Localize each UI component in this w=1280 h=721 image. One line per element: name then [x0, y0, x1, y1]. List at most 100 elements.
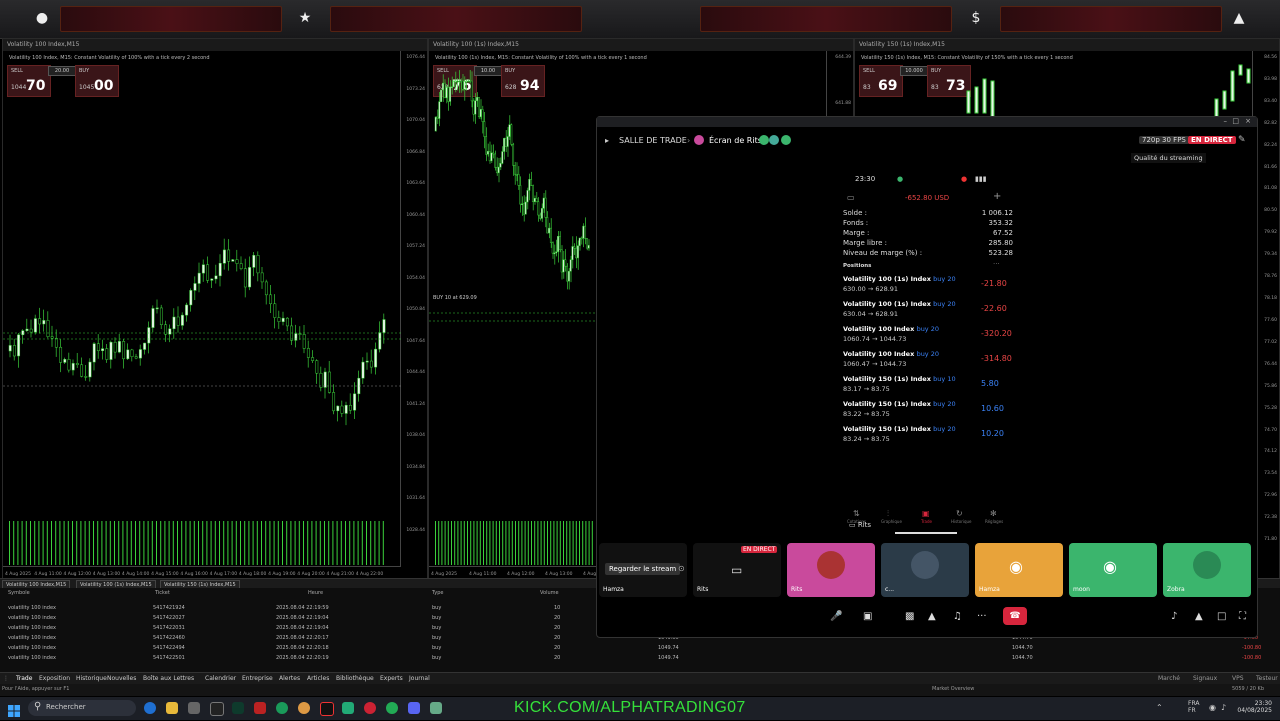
tab-signals[interactable]: Signaux [1193, 675, 1217, 682]
minimize-icon[interactable]: – [1224, 117, 1228, 125]
participant-tile-c[interactable]: c... [881, 543, 969, 597]
tab-experts[interactable]: Experts [380, 675, 403, 682]
clock[interactable]: 23:30 04/08/2025 [1236, 700, 1272, 714]
tab-trade[interactable]: Trade [16, 675, 32, 682]
opera-icon[interactable] [364, 702, 376, 714]
position-row[interactable]: Volatility 150 (1s) Index buy 20 83.22 →… [843, 400, 1013, 424]
more-options-icon[interactable]: ··· [977, 611, 987, 622]
candlestick-chart[interactable] [3, 51, 401, 567]
add-icon[interactable]: + [993, 191, 1001, 202]
col-ticket[interactable]: Ticket [155, 590, 170, 596]
chevron-up-icon[interactable]: ⌃ [1156, 703, 1163, 712]
position-row[interactable]: Volatility 100 (1s) Index buy 20 630.00 … [843, 275, 1013, 299]
volume-icon[interactable]: ♪ [1221, 703, 1226, 712]
chat-icon[interactable]: ✎ [1238, 135, 1246, 145]
volume-bar [30, 521, 31, 565]
app-icon-8[interactable] [430, 702, 442, 714]
popout-icon[interactable]: ⊙ [678, 564, 685, 573]
tab-history[interactable]: Historique [76, 675, 107, 682]
price-axis[interactable]: 1076.44 1073.24 1070.04 1066.84 1063.64 1060.… [400, 51, 427, 567]
chart-icon[interactable]: ⫶ [887, 509, 889, 519]
col-volume[interactable]: Volume [540, 590, 559, 596]
participant-tile-moon[interactable]: ◉ moon [1069, 543, 1157, 597]
watch-stream-button[interactable]: Regarder le stream [605, 563, 681, 575]
participant-tile-rits[interactable]: Rits [787, 543, 875, 597]
tab-tester[interactable]: Testeur [1256, 675, 1278, 682]
order-label[interactable]: BUY 10 at 629.09 [433, 295, 477, 301]
volume-bar [374, 521, 376, 565]
tab-market[interactable]: Marché [1158, 675, 1180, 682]
tab-exposition[interactable]: Exposition [39, 675, 70, 682]
col-type[interactable]: Type [432, 590, 443, 596]
discord-icon[interactable] [408, 702, 420, 714]
edge-icon[interactable] [144, 702, 156, 714]
tab-library[interactable]: Bibliothèque [336, 675, 374, 682]
taskbar-search[interactable]: ⚲ Rechercher [28, 700, 136, 716]
app-icon-5[interactable] [276, 702, 288, 714]
file-explorer-icon[interactable] [166, 702, 178, 714]
col-symbol[interactable]: Symbole [8, 590, 30, 596]
tab-articles[interactable]: Articles [307, 675, 329, 682]
position-row[interactable]: Volatility 150 (1s) Index buy 20 83.24 →… [843, 425, 1013, 449]
chart-title[interactable]: Volatility 150 (1s) Index,M15 [855, 39, 1279, 51]
windows-start-icon[interactable] [8, 702, 20, 717]
chart-title[interactable]: Volatility 100 Index,M15 [3, 39, 427, 51]
pin-icon[interactable]: ▲ [1195, 611, 1203, 622]
stream-title[interactable]: Écran de Rits [709, 136, 762, 145]
tab-company[interactable]: Entreprise [242, 675, 273, 682]
chart-panel-vol100[interactable]: Volatility 100 Index,M15 Volatility 100 I… [2, 38, 428, 580]
candle-body [531, 185, 534, 202]
microphone-icon[interactable]: 🎤 [830, 611, 842, 622]
participant-tile-zobra[interactable]: Zobra [1163, 543, 1251, 597]
trade-icon[interactable]: ▣ [922, 509, 930, 518]
app-icon-6[interactable] [342, 702, 354, 714]
window-titlebar[interactable]: – □ × [597, 117, 1257, 127]
quotes-icon[interactable]: ⇅ [853, 509, 860, 518]
disconnect-button[interactable]: ☎ [1003, 607, 1027, 625]
app-icon-7[interactable] [386, 702, 398, 714]
position-row[interactable]: Volatility 100 Index buy 20 1060.47 → 10… [843, 350, 1013, 374]
activities-icon[interactable]: ▲ [928, 611, 936, 622]
position-row[interactable]: Volatility 100 (1s) Index buy 20 630.04 … [843, 300, 1013, 324]
wifi-icon[interactable]: ◉ [1209, 703, 1216, 712]
popout-window-icon[interactable]: □ [1217, 611, 1226, 622]
app-icon-4[interactable] [254, 702, 266, 714]
tab-mailbox[interactable]: Boîte aux Lettres [143, 675, 194, 682]
settings-icon[interactable]: ✻ [990, 509, 997, 518]
tab-journal[interactable]: Journal [409, 675, 430, 682]
tab-news[interactable]: Nouvelles [107, 675, 136, 682]
fullscreen-icon[interactable]: ⛶ [1239, 611, 1246, 622]
stream-quality-badge[interactable]: 720p 30 FPS [1139, 136, 1189, 144]
participant-tile-rits-stream[interactable]: EN DIRECT ▭ Rits [693, 543, 781, 597]
maximize-icon[interactable]: □ [1232, 117, 1239, 125]
tiktok-icon[interactable] [320, 702, 334, 716]
participant-tile-hamza-2[interactable]: ◉ Hamza [975, 543, 1063, 597]
account-summary-row: Fonds : 353.32 [843, 219, 1013, 227]
wallet-icon[interactable]: ▭ [847, 193, 855, 202]
soundboard-icon[interactable]: ♫ [953, 611, 962, 622]
close-icon[interactable]: × [1245, 117, 1251, 125]
voice-channel-name[interactable]: SALLE DE TRADE [619, 136, 687, 145]
position-row[interactable]: Volatility 100 Index buy 20 1060.74 → 10… [843, 325, 1013, 349]
tab-vps[interactable]: VPS [1232, 675, 1244, 682]
app-icon-3[interactable] [232, 702, 244, 714]
app-icon-2[interactable] [210, 702, 224, 716]
table-row[interactable]: volatility 100 index 5417422494 2025.08.04… [0, 644, 1280, 654]
app-icon-1[interactable] [188, 702, 200, 714]
more-icon[interactable]: ··· [993, 260, 1000, 268]
candle-body [492, 152, 495, 155]
tab-calendar[interactable]: Calendrier [205, 675, 236, 682]
chrome-icon[interactable] [298, 702, 310, 714]
table-row[interactable]: volatility 100 index 5417422501 2025.08.04… [0, 654, 1280, 664]
participant-tile-hamza[interactable]: Regarder le stream ⊙ Hamza [599, 543, 687, 597]
language-indicator[interactable]: FRA FR [1188, 700, 1199, 714]
share-screen-icon[interactable]: ▩ [905, 611, 914, 622]
discord-stream-window[interactable]: – □ × ▸ SALLE DE TRADE › Écran de Rits 7… [596, 116, 1258, 638]
position-row[interactable]: Volatility 150 (1s) Index buy 10 83.17 →… [843, 375, 1013, 399]
chart-title[interactable]: Volatility 100 (1s) Index,M15 [429, 39, 853, 51]
volume-icon[interactable]: ♪ [1171, 611, 1177, 622]
col-time[interactable]: Heure [308, 590, 323, 596]
history-icon[interactable]: ↻ [956, 509, 963, 518]
camera-off-icon[interactable]: ▣ [863, 611, 872, 622]
tab-alerts[interactable]: Alertes [279, 675, 300, 682]
